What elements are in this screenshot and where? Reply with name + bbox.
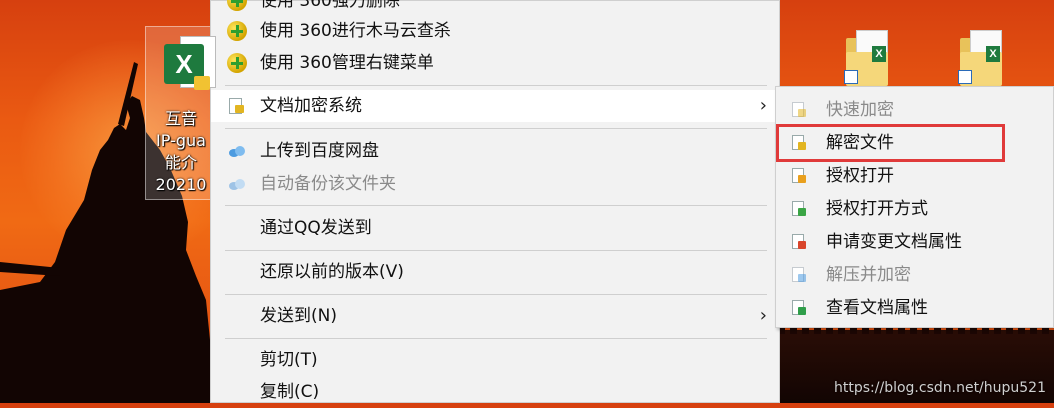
context-menu: 使用 360强力删除 使用 360进行木马云查杀 使用 360管理右键菜单 文档… [210, 0, 780, 403]
excel-folder-icon[interactable]: X [958, 30, 1008, 88]
menu-item-upload-baidu[interactable]: 上传到百度网盘 [211, 135, 779, 167]
menu-item-label: 还原以前的版本(V) [260, 262, 404, 282]
excel-badge-icon: X [986, 46, 1000, 62]
menu-item-label: 复制(C) [260, 382, 320, 402]
menu-item-label: 自动备份该文件夹 [260, 174, 396, 194]
desktop-file-label-line: 20210 [155, 175, 207, 194]
360-icon [227, 53, 247, 73]
submenu-item-unzip-and-encrypt: 解压并加密 [776, 259, 1053, 291]
menu-item-360-manage-menu[interactable]: 使用 360管理右键菜单 [211, 47, 779, 79]
shortcut-arrow-icon [844, 70, 858, 84]
menu-item-label: 使用 360进行木马云查杀 [260, 21, 451, 41]
menu-item-360-trojan-scan[interactable]: 使用 360进行木马云查杀 [211, 15, 779, 47]
desktop-file-label-line: IP-gua [156, 131, 206, 150]
chevron-right-icon: › [759, 305, 767, 326]
menu-item-label: 文档加密系统 [260, 96, 362, 116]
menu-separator [225, 294, 767, 295]
menu-item-label: 上传到百度网盘 [260, 141, 379, 161]
shortcut-arrow-icon [958, 70, 972, 84]
menu-separator [225, 128, 767, 129]
menu-item-label: 使用 360管理右键菜单 [260, 53, 434, 73]
menu-item-restore-versions[interactable]: 还原以前的版本(V) [211, 256, 779, 288]
document-lock-icon [792, 300, 806, 316]
menu-separator [225, 85, 767, 86]
excel-folder-icon[interactable]: X [844, 30, 894, 88]
red-highlight-box [776, 124, 1005, 162]
lock-overlay-icon [194, 76, 210, 90]
document-lock-icon [792, 102, 806, 118]
menu-separator [225, 205, 767, 206]
chevron-right-icon: › [759, 95, 767, 116]
menu-item-send-via-qq[interactable]: 通过QQ发送到 [211, 212, 779, 244]
submenu-item-label: 授权打开 [826, 166, 894, 186]
360-icon [227, 0, 247, 11]
document-lock-icon [229, 98, 249, 118]
doc-encryption-submenu: 快速加密 解密文件 授权打开 授权打开方式 申请变更文档属性 解压并加密 查看文… [775, 86, 1054, 328]
document-lock-icon [792, 201, 806, 217]
desktop-file-label-line: 互音 [164, 109, 197, 128]
document-lock-icon [792, 234, 806, 250]
360-icon [227, 21, 247, 41]
menu-item-label: 使用 360强力删除 [260, 0, 400, 11]
desktop-file-label-line: 能介 [164, 153, 197, 172]
menu-item-doc-encryption[interactable]: 文档加密系统 › [211, 90, 779, 122]
submenu-item-label: 查看文档属性 [826, 298, 928, 318]
menu-item-send-to[interactable]: 发送到(N) › [211, 300, 779, 332]
submenu-item-label: 解压并加密 [826, 265, 911, 285]
excel-badge-icon: X [872, 46, 886, 62]
submenu-item-quick-encrypt: 快速加密 [776, 94, 1053, 126]
archive-lock-icon [792, 267, 806, 283]
menu-item-auto-backup: 自动备份该文件夹 [211, 168, 779, 200]
submenu-item-view-properties[interactable]: 查看文档属性 [776, 292, 1053, 324]
submenu-item-label: 申请变更文档属性 [826, 232, 962, 252]
baidu-cloud-icon [229, 178, 249, 198]
submenu-item-label: 快速加密 [826, 100, 894, 120]
menu-separator [225, 250, 767, 251]
baidu-cloud-icon [229, 145, 249, 165]
submenu-item-authorize-open-with[interactable]: 授权打开方式 [776, 193, 1053, 225]
document-lock-icon [792, 168, 806, 184]
submenu-item-label: 授权打开方式 [826, 199, 928, 219]
menu-item-label: 发送到(N) [260, 306, 337, 326]
menu-separator [225, 338, 767, 339]
submenu-item-request-change-properties[interactable]: 申请变更文档属性 [776, 226, 1053, 258]
menu-item-label: 剪切(T) [260, 350, 318, 370]
menu-item-copy[interactable]: 复制(C) [211, 376, 779, 408]
submenu-item-authorize-open[interactable]: 授权打开 [776, 160, 1053, 192]
menu-item-label: 通过QQ发送到 [260, 218, 372, 238]
menu-item-cut[interactable]: 剪切(T) [211, 344, 779, 376]
watermark-text: https://blog.csdn.net/hupu521 [834, 380, 1046, 396]
